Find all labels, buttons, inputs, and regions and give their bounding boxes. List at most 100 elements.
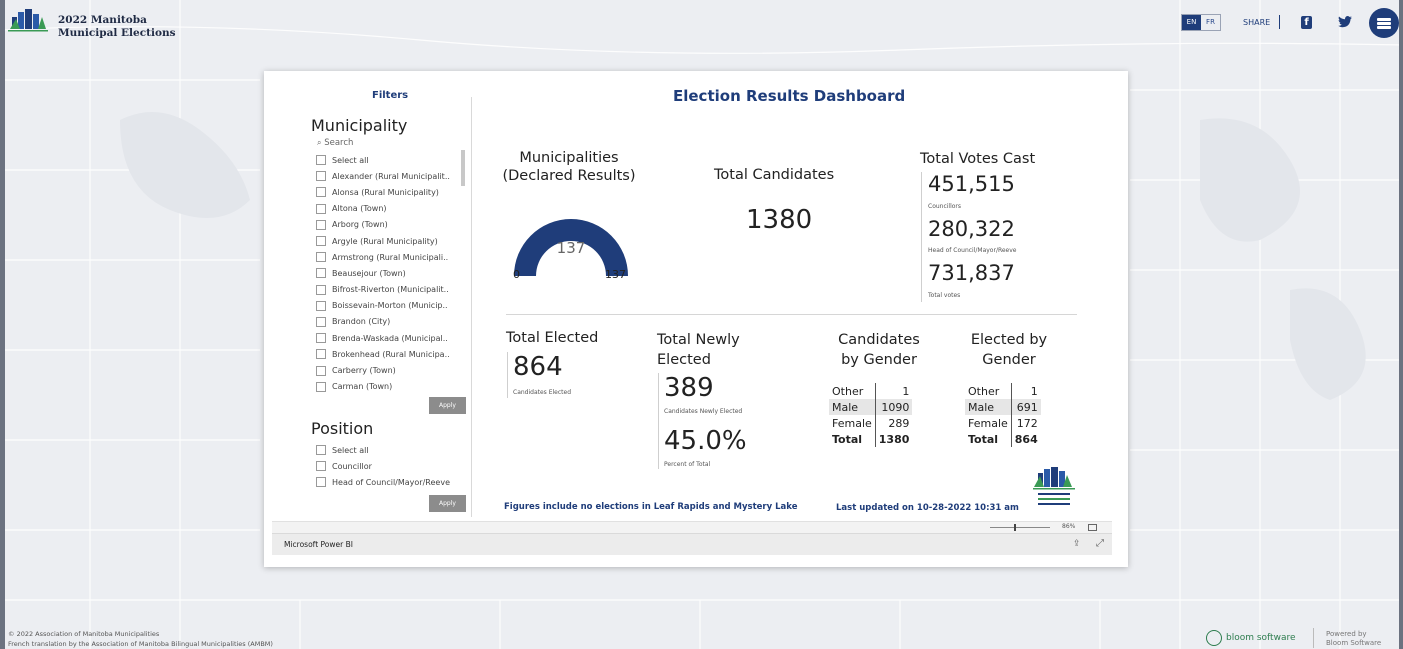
lang-fr-button[interactable]: FR bbox=[1201, 15, 1220, 30]
municipality-item[interactable]: Carman (Town) bbox=[316, 379, 466, 395]
language-switcher: EN FR bbox=[1181, 14, 1221, 31]
position-item[interactable]: Select all bbox=[316, 442, 466, 458]
municipality-item-label: Altona (Town) bbox=[332, 204, 387, 214]
municipality-item[interactable]: Armstrong (Rural Municipali.. bbox=[316, 249, 466, 265]
municipality-item-label: Bifrost-Riverton (Municipalit.. bbox=[332, 285, 449, 295]
checkbox[interactable] bbox=[316, 268, 326, 279]
newly-elected-accent-bar bbox=[658, 373, 659, 469]
checkbox[interactable] bbox=[316, 252, 326, 263]
municipality-item-label: Alexander (Rural Municipalit.. bbox=[332, 171, 450, 181]
elected-gender-title-line2: Gender bbox=[982, 352, 1036, 368]
municipality-item-label: Beausejour (Town) bbox=[332, 268, 406, 278]
municipality-item[interactable]: Alexander (Rural Municipalit.. bbox=[316, 168, 466, 184]
checkbox[interactable] bbox=[316, 219, 326, 230]
fullscreen-icon[interactable]: ⤢ bbox=[1096, 538, 1104, 549]
position-item-label: Select all bbox=[332, 445, 369, 455]
municipality-item[interactable]: Brandon (City) bbox=[316, 314, 466, 330]
checkbox[interactable] bbox=[316, 203, 326, 214]
gauge-min: 0 bbox=[513, 268, 520, 281]
newly-elected-percent: 45.0% bbox=[664, 426, 747, 456]
municipality-item[interactable]: Alonsa (Rural Municipality) bbox=[316, 184, 466, 200]
municipality-item[interactable]: Altona (Town) bbox=[316, 201, 466, 217]
municipality-item[interactable]: Carberry (Town) bbox=[316, 362, 466, 378]
checkbox[interactable] bbox=[316, 187, 326, 198]
twitter-icon[interactable] bbox=[1338, 16, 1352, 28]
hamburger-menu-icon[interactable] bbox=[1369, 8, 1399, 38]
municipality-item-label: Alonsa (Rural Municipality) bbox=[332, 187, 439, 197]
bloom-software-label: bloom software bbox=[1226, 633, 1296, 643]
lang-en-button[interactable]: EN bbox=[1182, 15, 1201, 30]
municipality-item[interactable]: Select all bbox=[316, 152, 466, 168]
gauge-max: 137 bbox=[605, 268, 626, 281]
newly-elected-title: Total Newly Elected bbox=[657, 330, 740, 370]
facebook-icon[interactable]: f bbox=[1301, 16, 1312, 29]
position-item-label: Councillor bbox=[332, 461, 372, 471]
position-list: Select all Councillor Head of Council/Ma… bbox=[316, 442, 466, 491]
site-title: 2022 Manitoba Municipal Elections bbox=[58, 14, 176, 40]
municipality-item-label: Brokenhead (Rural Municipa.. bbox=[332, 349, 450, 359]
table-row: Female 289 bbox=[829, 415, 912, 431]
checkbox[interactable] bbox=[316, 284, 326, 295]
table-cell: Female bbox=[829, 415, 876, 431]
newly-elected-label: Candidates Newly Elected bbox=[664, 408, 743, 415]
checkbox[interactable] bbox=[316, 171, 326, 182]
copyright-text: © 2022 Association of Manitoba Municipal… bbox=[8, 630, 160, 638]
checkbox[interactable] bbox=[316, 365, 326, 376]
municipality-apply-button[interactable]: Apply bbox=[429, 397, 466, 414]
table-cell: 172 bbox=[1016, 416, 1038, 430]
position-item[interactable]: Councillor bbox=[316, 458, 466, 474]
position-item[interactable]: Head of Council/Mayor/Reeve bbox=[316, 474, 466, 490]
checkbox[interactable] bbox=[316, 461, 326, 472]
checkbox[interactable] bbox=[316, 155, 326, 166]
table-row: Other 1 bbox=[829, 383, 912, 399]
zoom-slider-handle[interactable] bbox=[1014, 524, 1016, 531]
municipality-scrollbar[interactable] bbox=[461, 150, 465, 186]
table-cell: Female bbox=[965, 415, 1012, 431]
checkbox[interactable] bbox=[316, 477, 326, 488]
elected-gender-title-line1: Elected by bbox=[970, 332, 1048, 348]
municipality-item-label: Brandon (City) bbox=[332, 317, 391, 327]
table-cell: 289 bbox=[888, 416, 910, 430]
position-filter-title: Position bbox=[311, 419, 374, 438]
municipality-search[interactable]: ⌕ Search bbox=[317, 138, 353, 148]
municipality-item[interactable]: Brenda-Waskada (Municipal.. bbox=[316, 330, 466, 346]
share-report-icon[interactable]: ⇪ bbox=[1073, 539, 1081, 549]
gauge-value: 137 bbox=[556, 239, 586, 257]
bloom-software-link[interactable]: bloom software bbox=[1206, 630, 1296, 646]
votes-accent-bar bbox=[921, 172, 922, 302]
municipality-item[interactable]: Arborg (Town) bbox=[316, 217, 466, 233]
head-votes-value: 280,322 bbox=[928, 217, 1015, 241]
last-updated: Last updated on 10-28-2022 10:31 am bbox=[836, 503, 1019, 513]
total-elected-title: Total Elected bbox=[506, 330, 599, 346]
newly-elected-title-line1: Total Newly bbox=[657, 332, 740, 348]
municipalities-title-line1: Municipalities bbox=[519, 150, 619, 166]
checkbox[interactable] bbox=[316, 445, 326, 456]
checkbox[interactable] bbox=[316, 316, 326, 327]
municipality-item[interactable]: Brokenhead (Rural Municipa.. bbox=[316, 346, 466, 362]
checkbox[interactable] bbox=[316, 333, 326, 344]
candidates-gender-title-line2: by Gender bbox=[841, 352, 917, 368]
table-row: Male 691 bbox=[965, 399, 1041, 415]
fit-page-icon[interactable] bbox=[1088, 524, 1097, 531]
municipality-filter-title: Municipality bbox=[311, 116, 408, 135]
position-apply-button[interactable]: Apply bbox=[429, 495, 466, 512]
municipality-item-label: Arborg (Town) bbox=[332, 220, 388, 230]
powerbi-link[interactable]: Microsoft Power BI bbox=[284, 540, 353, 549]
table-row: Female 172 bbox=[965, 415, 1041, 431]
zoom-slider[interactable] bbox=[990, 527, 1050, 528]
municipality-item[interactable]: Beausejour (Town) bbox=[316, 265, 466, 281]
checkbox[interactable] bbox=[316, 236, 326, 247]
newly-elected-percent-label: Percent of Total bbox=[664, 461, 711, 468]
site-title-line1: 2022 Manitoba bbox=[58, 14, 147, 26]
municipality-item[interactable]: Boissevain-Morton (Municip.. bbox=[316, 298, 466, 314]
checkbox[interactable] bbox=[316, 381, 326, 392]
checkbox[interactable] bbox=[316, 300, 326, 311]
municipality-item[interactable]: Argyle (Rural Municipality) bbox=[316, 233, 466, 249]
municipality-item[interactable]: Bifrost-Riverton (Municipalit.. bbox=[316, 282, 466, 298]
checkbox[interactable] bbox=[316, 349, 326, 360]
municipality-list: Select all Alexander (Rural Municipalit.… bbox=[316, 152, 466, 395]
dashboard-title: Election Results Dashboard bbox=[673, 87, 906, 105]
amm-logo[interactable] bbox=[8, 7, 48, 45]
page-footer: © 2022 Association of Manitoba Municipal… bbox=[8, 629, 273, 649]
search-icon: ⌕ bbox=[317, 138, 322, 147]
